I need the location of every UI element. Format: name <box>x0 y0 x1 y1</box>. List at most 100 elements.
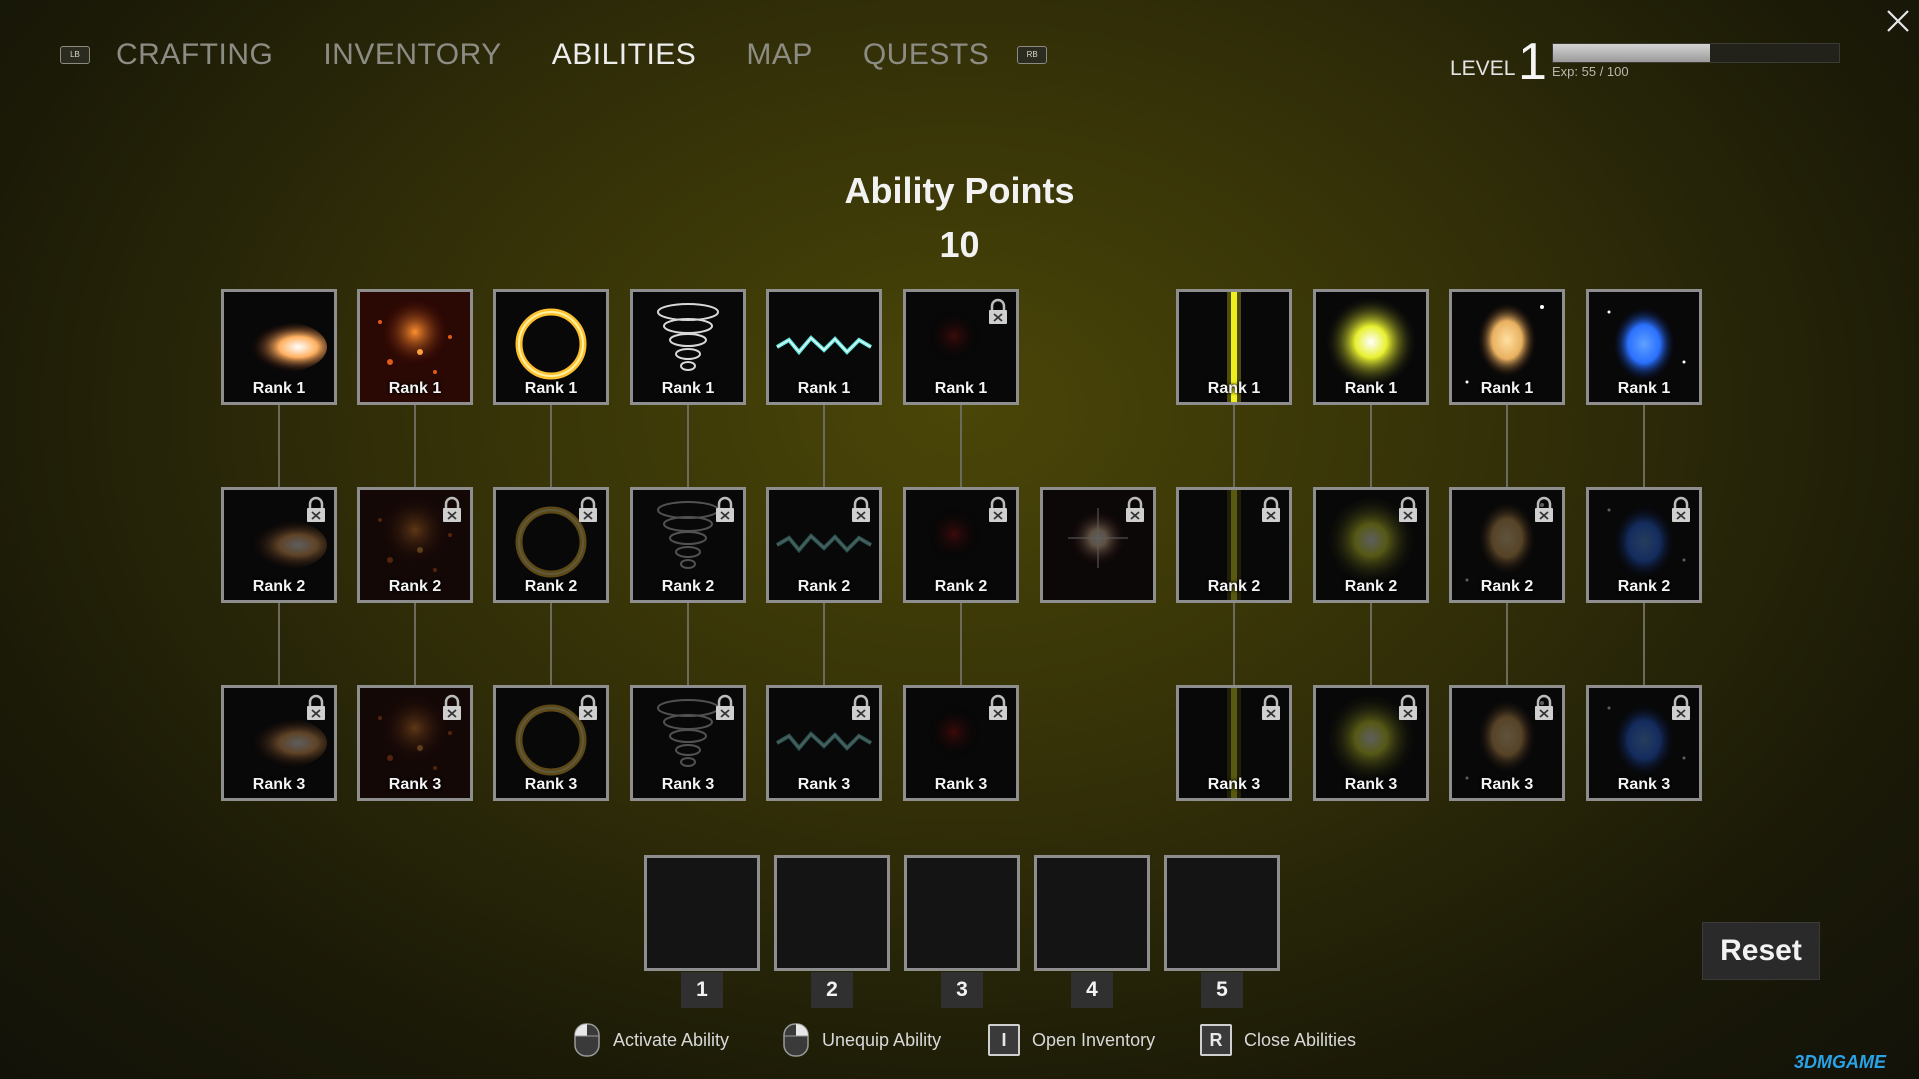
rank-label: Rank 3 <box>252 776 306 793</box>
equip-slot-number: 5 <box>1201 972 1243 1008</box>
ability-slot-fire-ring-rank-2[interactable]: Rank 2 <box>493 487 609 603</box>
ability-slot-blue-orb-rank-3[interactable]: Rank 3 <box>1586 685 1702 801</box>
lb-bumper-icon[interactable]: LB <box>60 46 90 64</box>
lock-icon <box>989 298 1007 324</box>
ability-slot-golden-orb-rank-3[interactable]: Rank 3 <box>1449 685 1565 801</box>
tree-connector <box>1506 603 1508 685</box>
rank-label: Rank 2 <box>1207 578 1261 595</box>
lock-icon <box>579 496 597 522</box>
rank-label: Rank 3 <box>524 776 578 793</box>
tree-connector <box>1233 405 1235 487</box>
tree-connector <box>1506 405 1508 487</box>
lock-icon <box>307 496 325 522</box>
exp-text: Exp: 55 / 100 <box>1552 64 1629 79</box>
tree-connector <box>960 603 962 685</box>
hint-inventory: I Open Inventory <box>988 1022 1155 1058</box>
watermark-logo: 3DMGAME <box>1794 1052 1887 1072</box>
equip-slot-number: 2 <box>811 972 853 1008</box>
tree-connector <box>1643 603 1645 685</box>
rank-label: Rank 3 <box>1480 776 1534 793</box>
tree-connector <box>687 405 689 487</box>
equip-slot-5[interactable] <box>1164 855 1280 971</box>
tab-map[interactable]: MAP <box>746 38 813 72</box>
level-label: LEVEL <box>1450 57 1516 80</box>
tree-connector <box>1370 405 1372 487</box>
ability-slot-embers-rank-1[interactable]: Rank 1 <box>357 289 473 405</box>
lock-icon <box>716 496 734 522</box>
ability-slot-embers-rank-2[interactable]: Rank 2 <box>357 487 473 603</box>
ability-slot-red-glow-rank-3[interactable]: Rank 3 <box>903 685 1019 801</box>
rank-label: Rank 3 <box>797 776 851 793</box>
ability-slot-golden-orb-rank-1[interactable]: Rank 1 <box>1449 289 1565 405</box>
ability-slot-blue-orb-rank-2[interactable]: Rank 2 <box>1586 487 1702 603</box>
tab-inventory[interactable]: INVENTORY <box>323 38 501 72</box>
equip-slot-4[interactable] <box>1034 855 1150 971</box>
ability-slot-golden-orb-rank-2[interactable]: Rank 2 <box>1449 487 1565 603</box>
rb-bumper-icon[interactable]: RB <box>1017 46 1048 64</box>
ability-slot-tornado-rank-2[interactable]: Rank 2 <box>630 487 746 603</box>
ability-slot-red-glow-rank-2[interactable]: Rank 2 <box>903 487 1019 603</box>
ability-points-value: 10 <box>939 224 980 265</box>
ability-slot-tornado-rank-1[interactable]: Rank 1 <box>630 289 746 405</box>
tree-connector <box>1370 603 1372 685</box>
reset-button[interactable]: Reset <box>1702 922 1820 980</box>
exp-bar-fill <box>1553 44 1711 62</box>
ability-slot-red-glow-rank-1[interactable]: Rank 1 <box>903 289 1019 405</box>
key-i-icon: I <box>988 1024 1020 1056</box>
ability-slot-holy-burst-rank-3[interactable]: Rank 3 <box>1313 685 1429 801</box>
lock-icon <box>1399 694 1417 720</box>
lock-icon <box>1262 496 1280 522</box>
ability-slot-light-beam-rank-3[interactable]: Rank 3 <box>1176 685 1292 801</box>
ability-slot-blue-orb-rank-1[interactable]: Rank 1 <box>1586 289 1702 405</box>
ability-slot-embers-rank-3[interactable]: Rank 3 <box>357 685 473 801</box>
hint-close: R Close Abilities <box>1200 1022 1356 1058</box>
rank-label: Rank 3 <box>661 776 715 793</box>
ability-slot-tornado-rank-3[interactable]: Rank 3 <box>630 685 746 801</box>
lock-icon <box>989 496 1007 522</box>
hint-close-label: Close Abilities <box>1244 1029 1357 1050</box>
hint-unequip: Unequip Ability <box>782 1022 941 1058</box>
rank-label: Rank 2 <box>388 578 442 595</box>
ability-slot-holy-burst-rank-2[interactable]: Rank 2 <box>1313 487 1429 603</box>
rank-label: Rank 2 <box>797 578 851 595</box>
ability-slot-holy-burst-rank-1[interactable]: Rank 1 <box>1313 289 1429 405</box>
ability-slot-fireball-rank-3[interactable]: Rank 3 <box>221 685 337 801</box>
level-value: 1 <box>1518 33 1547 91</box>
rank-label: Rank 1 <box>797 380 851 397</box>
ability-slot-fireball-rank-2[interactable]: Rank 2 <box>221 487 337 603</box>
lock-icon <box>1262 694 1280 720</box>
rank-label: Rank 1 <box>252 380 306 397</box>
rank-label: Rank 1 <box>1617 380 1671 397</box>
lock-icon <box>716 694 734 720</box>
rank-label: Rank 2 <box>1617 578 1671 595</box>
tree-connector <box>550 603 552 685</box>
rank-label: Rank 2 <box>934 578 988 595</box>
lock-icon <box>443 496 461 522</box>
ability-slot-lightning-rank-3[interactable]: Rank 3 <box>766 685 882 801</box>
tree-connector <box>687 603 689 685</box>
rank-label: Rank 2 <box>1480 578 1534 595</box>
hint-inventory-label: Open Inventory <box>1032 1029 1156 1050</box>
ability-slot-lightning-rank-1[interactable]: Rank 1 <box>766 289 882 405</box>
top-nav: LB CRAFTING INVENTORY ABILITIES MAP QUES… <box>60 30 1048 80</box>
hint-activate: Activate Ability <box>573 1022 729 1058</box>
rank-label: Rank 1 <box>661 380 715 397</box>
rank-label: Rank 2 <box>524 578 578 595</box>
equip-slot-number: 4 <box>1071 972 1113 1008</box>
mouse-left-icon <box>574 1023 600 1057</box>
ability-slot-lightning-rank-2[interactable]: Rank 2 <box>766 487 882 603</box>
tab-abilities[interactable]: ABILITIES <box>552 38 697 72</box>
equip-slot-2[interactable] <box>774 855 890 971</box>
equip-slot-3[interactable] <box>904 855 1020 971</box>
ability-slot-fire-ring-rank-1[interactable]: Rank 1 <box>493 289 609 405</box>
equip-slot-1[interactable] <box>644 855 760 971</box>
ability-slot-light-beam-rank-1[interactable]: Rank 1 <box>1176 289 1292 405</box>
tab-quests[interactable]: QUESTS <box>863 38 989 72</box>
tab-crafting[interactable]: CRAFTING <box>116 38 273 72</box>
close-icon[interactable] <box>1883 6 1913 36</box>
ability-slot-light-beam-rank-2[interactable]: Rank 2 <box>1176 487 1292 603</box>
ability-slot-fire-ring-rank-3[interactable]: Rank 3 <box>493 685 609 801</box>
equip-slot-number: 1 <box>681 972 723 1008</box>
ability-slot-fireball-rank-1[interactable]: Rank 1 <box>221 289 337 405</box>
ability-slot-starburst-rank-2[interactable] <box>1040 487 1156 603</box>
